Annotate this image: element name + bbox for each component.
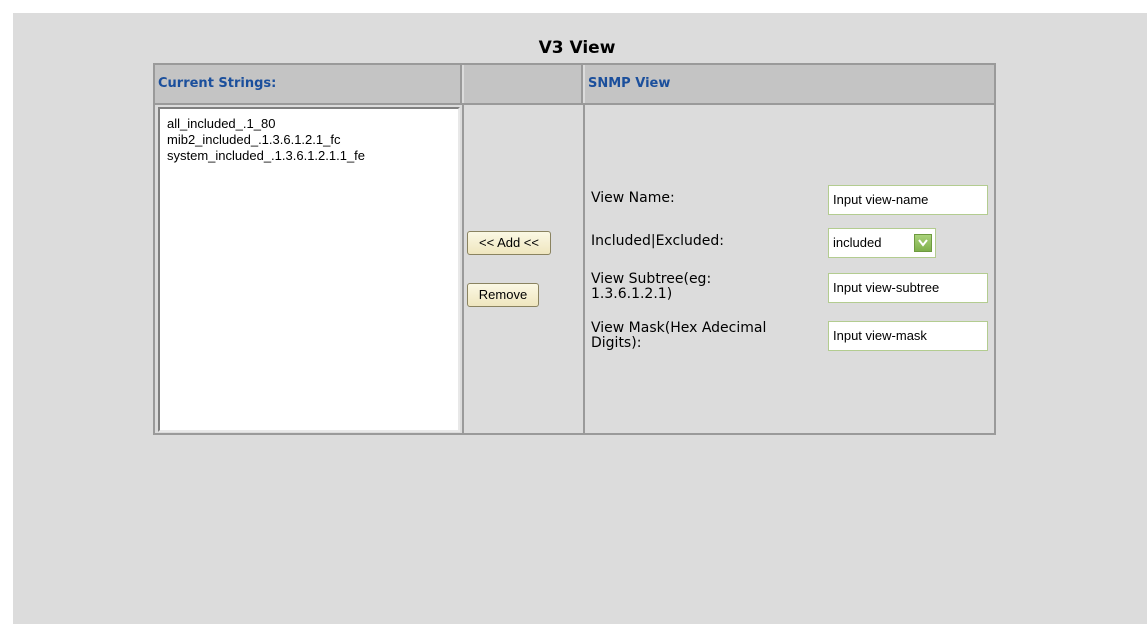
list-item[interactable]: system_included_.1.3.6.1.2.1.1_fe xyxy=(167,148,458,164)
view-name-input[interactable]: Input view-name xyxy=(828,185,988,215)
view-subtree-label-line1: View Subtree(eg: xyxy=(591,271,712,287)
list-item[interactable]: all_included_.1_80 xyxy=(167,116,458,132)
included-excluded-value: included xyxy=(833,235,882,250)
view-name-label: View Name: xyxy=(591,190,675,206)
view-mask-input[interactable]: Input view-mask xyxy=(828,321,988,351)
view-mask-label-line2: Digits): xyxy=(591,335,642,351)
page-title: V3 View xyxy=(538,38,616,58)
current-strings-list[interactable]: all_included_.1_80 mib2_included_.1.3.6.… xyxy=(158,107,460,432)
view-table: Current Strings: SNMP View all_included_… xyxy=(153,63,996,435)
view-subtree-input[interactable]: Input view-subtree xyxy=(828,273,988,303)
included-excluded-label: Included|Excluded: xyxy=(591,233,725,249)
column-divider-right xyxy=(583,103,585,433)
header-actions xyxy=(464,65,583,103)
view-mask-label-line1: View Mask(Hex Adecimal xyxy=(591,320,767,336)
column-divider-left xyxy=(462,103,464,433)
header-snmp-view: SNMP View xyxy=(585,65,994,103)
view-subtree-label-line2: 1.3.6.1.2.1) xyxy=(591,286,673,302)
header-divider xyxy=(155,103,994,105)
header-current-strings: Current Strings: xyxy=(155,65,462,103)
view-mask-label: View Mask(Hex Adecimal Digits): xyxy=(591,321,766,351)
list-item[interactable]: mib2_included_.1.3.6.1.2.1_fc xyxy=(167,132,458,148)
view-subtree-label: View Subtree(eg: 1.3.6.1.2.1) xyxy=(591,272,711,302)
included-excluded-select[interactable]: included xyxy=(828,228,936,258)
remove-button[interactable]: Remove xyxy=(467,283,539,307)
chevron-down-icon[interactable] xyxy=(914,234,932,252)
add-button[interactable]: << Add << xyxy=(467,231,551,255)
